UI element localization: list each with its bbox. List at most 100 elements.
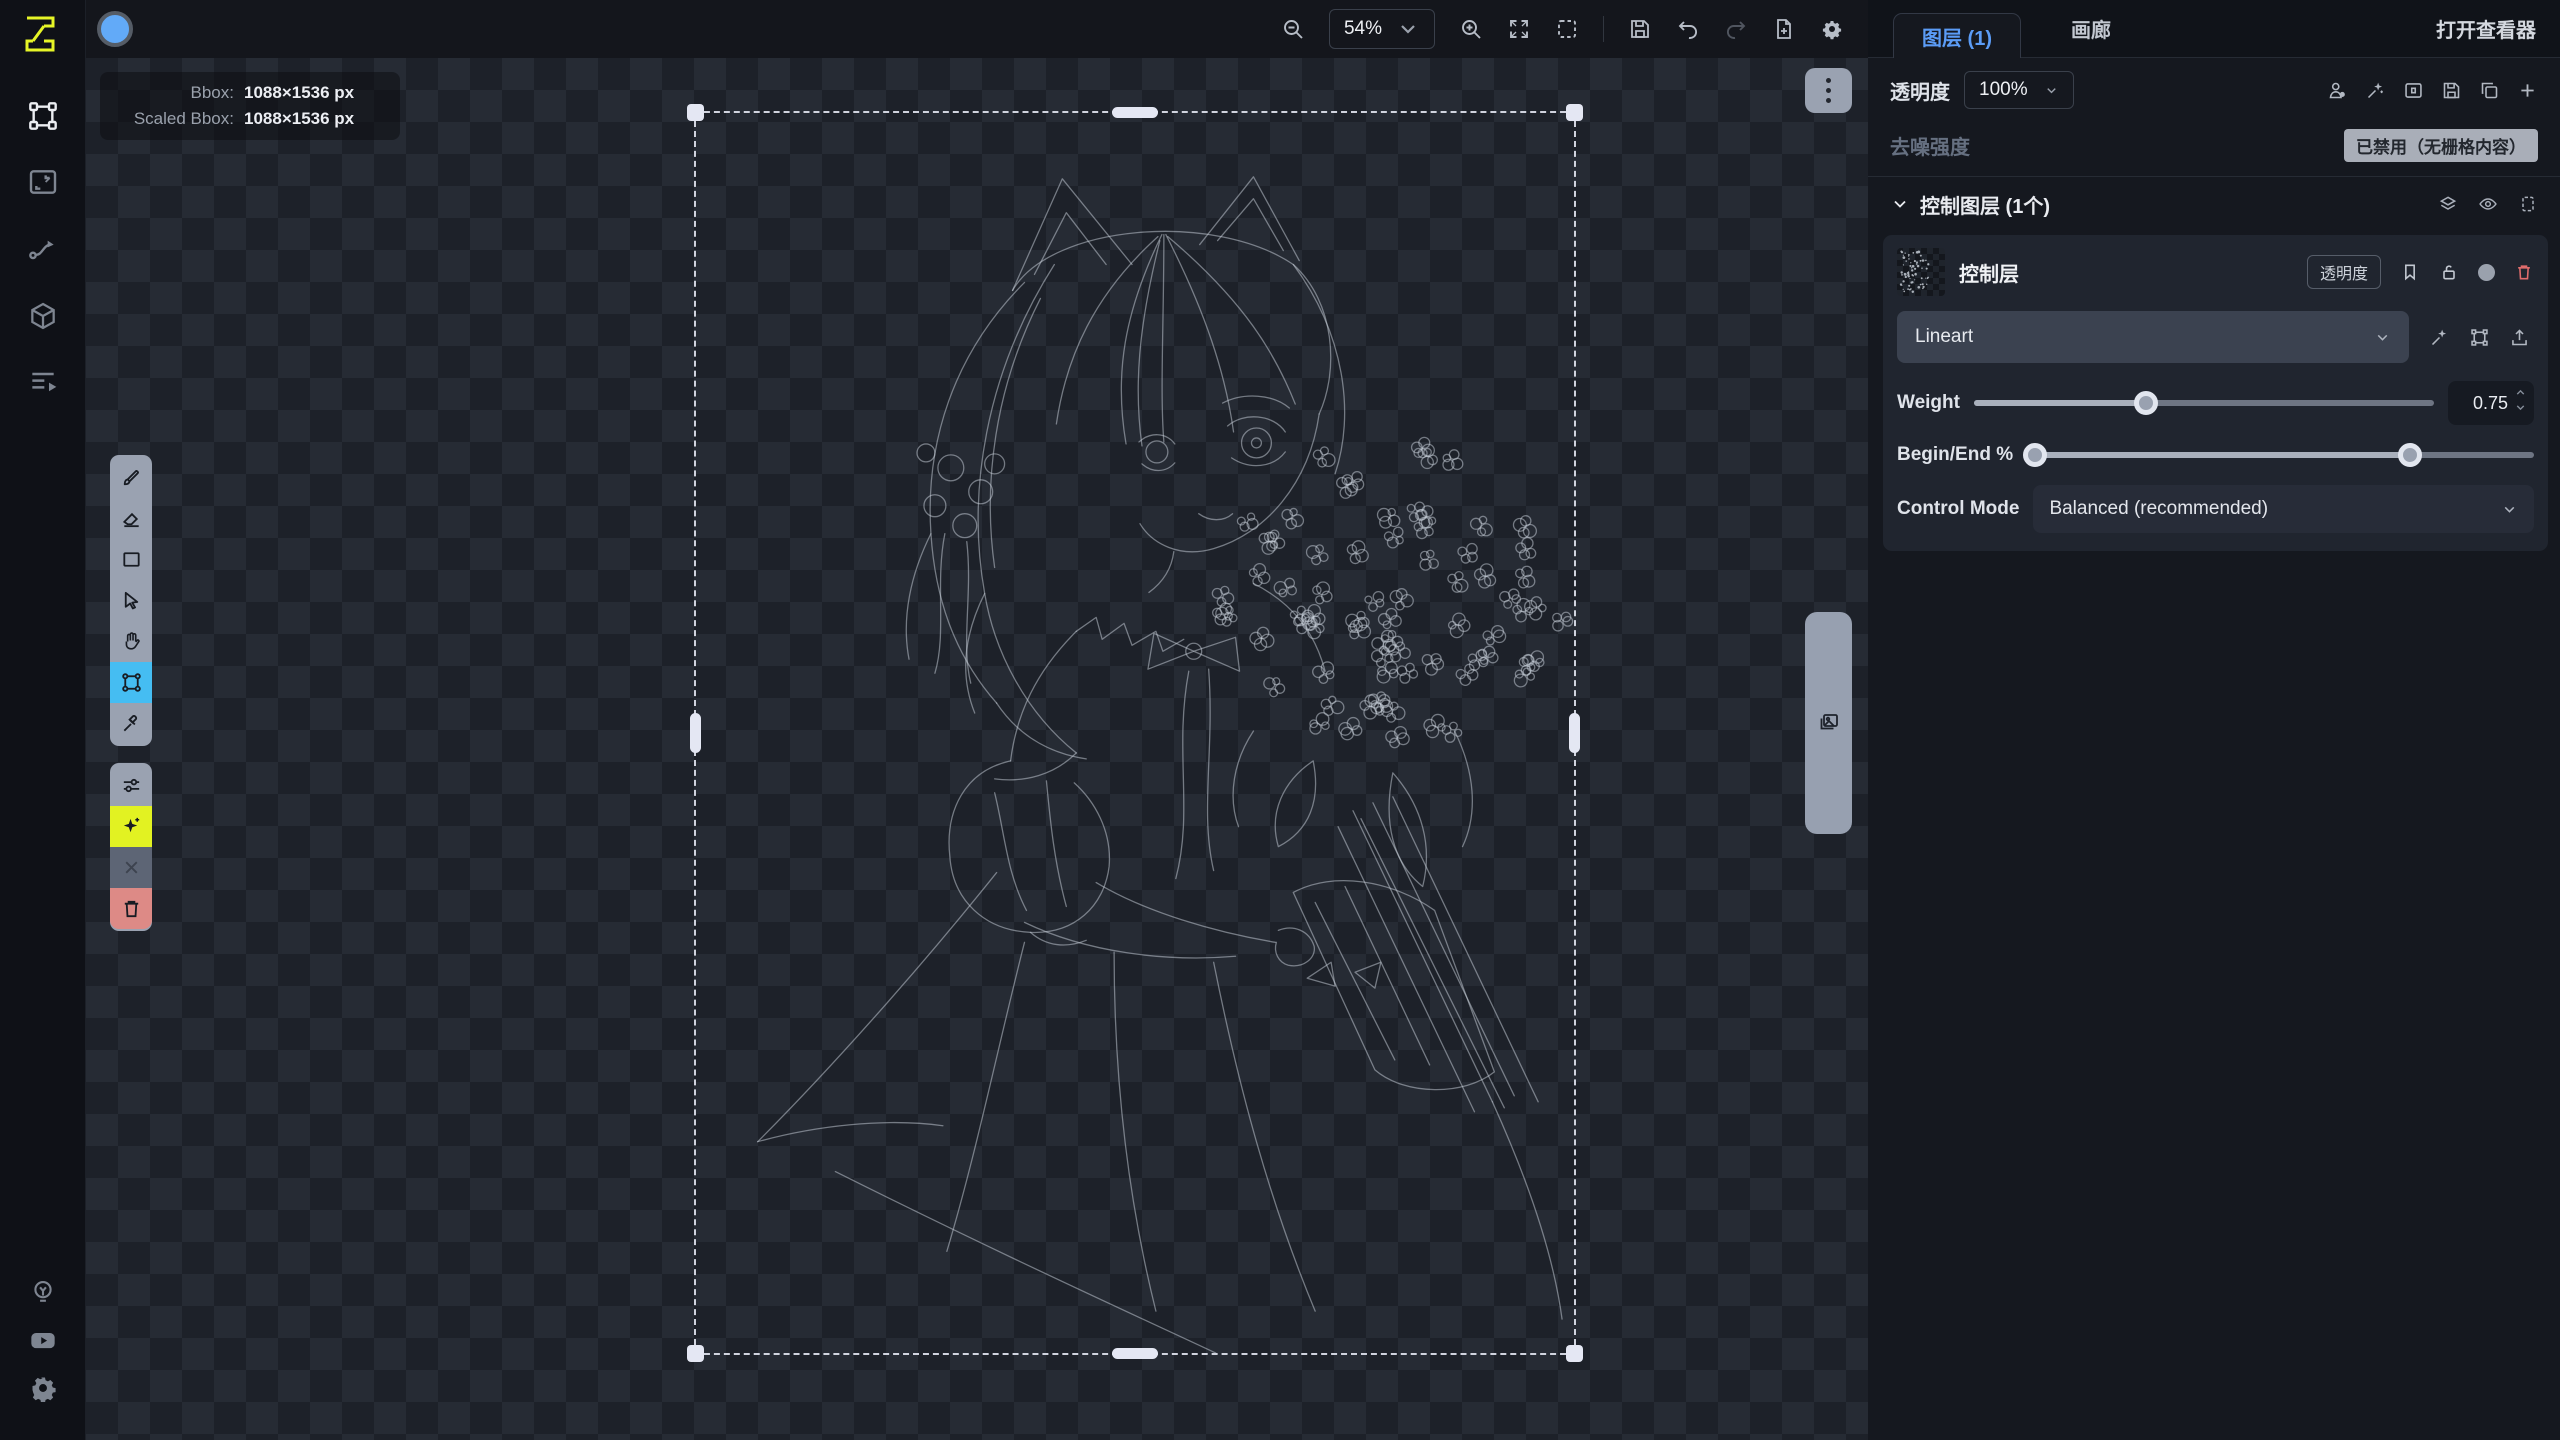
denoise-disabled-badge: 已禁用（无栅格内容） [2344, 129, 2538, 162]
bbox-handle-bottom-left[interactable] [687, 1345, 704, 1362]
redo-button[interactable] [1724, 17, 1748, 41]
bbox-handle-bottom-right[interactable] [1566, 1345, 1583, 1362]
tab-upscaling[interactable] [23, 162, 63, 202]
duplicate-icon[interactable] [2479, 80, 2500, 101]
bouquet-flowers [1212, 437, 1572, 747]
eyedropper-tool[interactable] [110, 703, 152, 744]
pan-tool[interactable] [110, 621, 152, 662]
control-layers-title: 控制图层 (1个) [1920, 190, 2050, 219]
thumbnail-speckle [1897, 248, 1945, 296]
filters-button[interactable] [110, 765, 152, 806]
chevron-down-icon[interactable] [1890, 194, 1910, 214]
app-window: 54% [0, 0, 2560, 1440]
bbox-handle-top-left[interactable] [687, 104, 704, 121]
opacity-value: 100% [1979, 79, 2028, 101]
support-icon[interactable] [23, 1272, 63, 1312]
denoise-label: 去噪强度 [1890, 131, 1970, 160]
merge-layers-icon[interactable] [2327, 80, 2348, 101]
undo-button[interactable] [1676, 17, 1700, 41]
canvas-workspace: 54% [86, 0, 1868, 1440]
lineart-image [696, 113, 1574, 1353]
opacity-select[interactable]: 100% [1964, 71, 2074, 109]
add-layer-icon[interactable] [2517, 80, 2538, 101]
begin-end-start-handle[interactable] [2023, 443, 2047, 467]
canvas-toolbar: 54% [86, 0, 1868, 58]
stepper-down-icon[interactable] [2514, 401, 2527, 414]
control-mode-select[interactable]: Balanced (recommended) [2033, 485, 2534, 533]
layer-name[interactable]: 控制层 [1959, 258, 2019, 287]
scaled-bbox-value: 1088×1536 px [244, 106, 354, 132]
tab-canvas[interactable] [23, 96, 63, 136]
right-panel: 图层 (1) 画廊 打开查看器 透明度 100% 去噪强度 已禁用（无栅格内容） [1868, 0, 2560, 1440]
canvas-menu-button[interactable] [1805, 68, 1852, 113]
bbox-handle-left[interactable] [690, 713, 701, 753]
delete-layer-icon[interactable] [2514, 262, 2534, 282]
bbox-handle-top-right[interactable] [1566, 104, 1583, 121]
zoom-level-select[interactable]: 54% [1329, 9, 1435, 49]
delete-button[interactable] [110, 888, 152, 929]
gallery-drawer-handle[interactable] [1805, 612, 1852, 834]
bbox-tool[interactable] [110, 662, 152, 703]
tab-layers[interactable]: 图层 (1) [1893, 13, 2021, 58]
fit-to-view-button[interactable] [1507, 17, 1531, 41]
speckle-dots [1900, 250, 1930, 293]
control-layer-card[interactable]: 控制层 透明度 Lineart [1883, 235, 2548, 551]
save-layer-icon[interactable] [2441, 80, 2462, 101]
unlock-icon[interactable] [2439, 262, 2459, 282]
zoom-in-button[interactable] [1459, 17, 1483, 41]
upload-icon[interactable] [2509, 327, 2530, 348]
bbox-handle-right[interactable] [1569, 713, 1580, 753]
control-mode-row: Control Mode Balanced (recommended) [1897, 485, 2534, 533]
tab-workflows[interactable] [23, 228, 63, 268]
begin-end-slider[interactable] [2027, 443, 2534, 467]
tab-models[interactable] [23, 296, 63, 336]
weight-slider-handle[interactable] [2134, 391, 2158, 415]
stepper-up-icon[interactable] [2514, 386, 2527, 399]
chevron-down-icon [1396, 17, 1420, 41]
visibility-eye-icon[interactable] [2478, 194, 2498, 214]
zoom-out-button[interactable] [1281, 17, 1305, 41]
transform-bbox-icon[interactable] [2469, 327, 2490, 348]
tab-gallery[interactable]: 画廊 [2021, 0, 2161, 57]
scaled-bbox-label: Scaled Bbox: [114, 106, 244, 132]
bbox-label: Bbox: [114, 80, 244, 106]
canvas-viewport[interactable]: Bbox:1088×1536 px Scaled Bbox:1088×1536 … [86, 58, 1868, 1440]
control-model-select[interactable]: Lineart [1897, 311, 2409, 363]
weight-input[interactable]: 0.75 [2448, 381, 2534, 425]
new-canvas-button[interactable] [1772, 17, 1796, 41]
canvas-settings-button[interactable] [1820, 17, 1844, 41]
layer-thumbnail[interactable] [1897, 248, 1945, 296]
bbox-handle-bottom[interactable] [1112, 1348, 1158, 1359]
youtube-icon[interactable] [23, 1320, 63, 1360]
move-tool[interactable] [110, 580, 152, 621]
denoise-row: 去噪强度 已禁用（无栅格内容） [1868, 122, 2560, 168]
bbox-handle-top[interactable] [1112, 107, 1158, 118]
blend-mode-chip[interactable]: 透明度 [2307, 255, 2381, 289]
tab-queue[interactable] [23, 362, 63, 402]
rectangle-tool[interactable] [110, 539, 152, 580]
save-canvas-button[interactable] [1628, 17, 1652, 41]
generate-button[interactable] [110, 806, 152, 847]
weight-slider[interactable] [1974, 391, 2434, 415]
bookmark-icon[interactable] [2400, 262, 2420, 282]
control-mode-label: Control Mode [1897, 498, 2019, 520]
eraser-tool[interactable] [110, 498, 152, 539]
filter-wand-icon[interactable] [2365, 80, 2386, 101]
settings-gear-icon[interactable] [23, 1368, 63, 1408]
layers-stack-icon[interactable] [2438, 194, 2458, 214]
generation-bbox[interactable] [694, 111, 1576, 1355]
invoke-logo-icon[interactable] [19, 10, 67, 58]
control-layers-header: 控制图层 (1个) [1868, 177, 2560, 231]
layer-enabled-toggle[interactable] [2478, 264, 2495, 281]
begin-end-slider-fill [2027, 452, 2410, 458]
process-wand-icon[interactable] [2429, 327, 2450, 348]
select-bbox-icon[interactable] [2518, 194, 2538, 214]
bbox-tool-button[interactable] [1555, 17, 1579, 41]
begin-end-end-handle[interactable] [2398, 443, 2422, 467]
left-nav-rail [0, 0, 86, 1440]
brush-tool[interactable] [110, 457, 152, 498]
color-swatch[interactable] [97, 11, 133, 47]
cancel-button[interactable] [110, 847, 152, 888]
fit-layer-icon[interactable] [2403, 80, 2424, 101]
open-viewer-button[interactable]: 打开查看器 [2436, 0, 2560, 57]
